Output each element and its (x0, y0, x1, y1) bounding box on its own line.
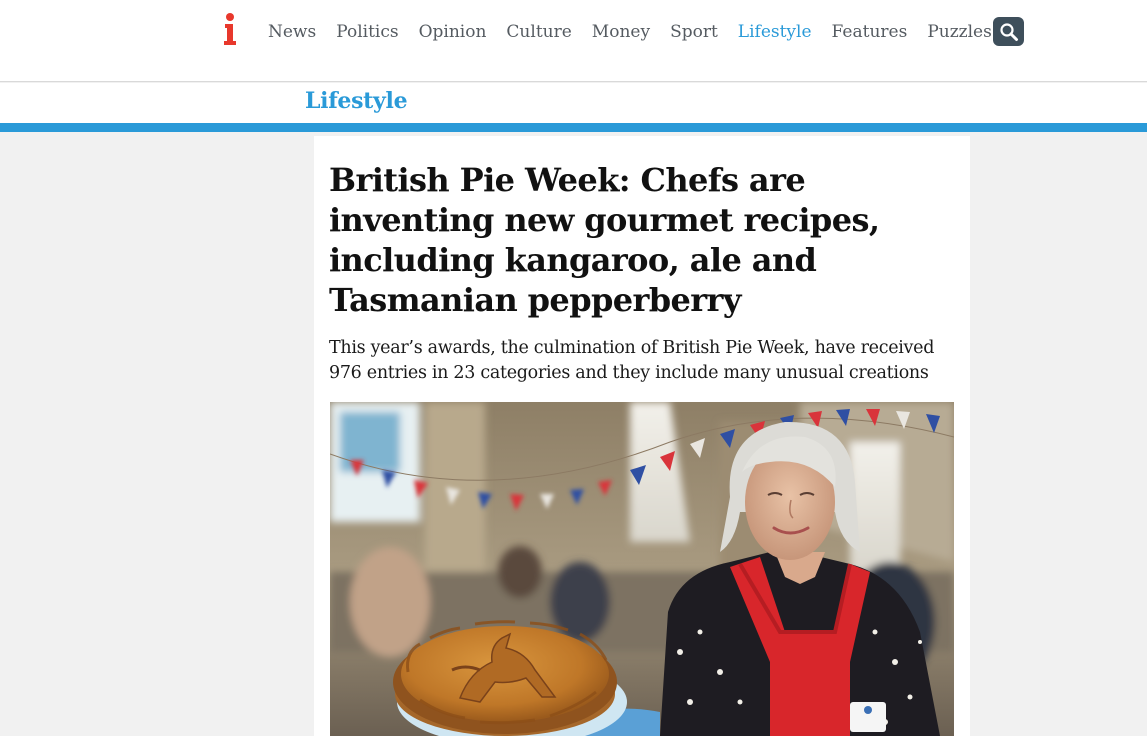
nav-item-features[interactable]: Features (822, 22, 918, 42)
article-headline: British Pie Week: Chefs are inventing ne… (329, 161, 880, 319)
search-button[interactable] (993, 17, 1024, 46)
article-standfirst: This year’s awards, the culmination of B… (329, 338, 935, 383)
top-navigation-bar: News Politics Opinion Culture Money Spor… (0, 0, 1147, 82)
nav-item-money[interactable]: Money (582, 22, 660, 42)
hero-image[interactable] (330, 402, 954, 736)
section-divider (0, 123, 1147, 132)
i-logo[interactable] (222, 12, 238, 46)
nav-item-lifestyle[interactable]: Lifestyle (728, 22, 822, 42)
article-card: British Pie Week: Chefs are inventing ne… (314, 136, 970, 736)
nav-item-puzzles[interactable]: Puzzles (917, 22, 1002, 42)
nav-item-sport[interactable]: Sport (660, 22, 728, 42)
nav-item-news[interactable]: News (258, 22, 326, 42)
nav-item-politics[interactable]: Politics (326, 22, 408, 42)
main-nav: News Politics Opinion Culture Money Spor… (258, 18, 1002, 46)
pie-photo (330, 402, 954, 736)
section-header: Lifestyle (0, 83, 1147, 123)
nav-item-opinion[interactable]: Opinion (409, 22, 497, 42)
search-icon (999, 22, 1018, 41)
nav-item-culture[interactable]: Culture (496, 22, 581, 42)
section-title[interactable]: Lifestyle (305, 88, 408, 114)
